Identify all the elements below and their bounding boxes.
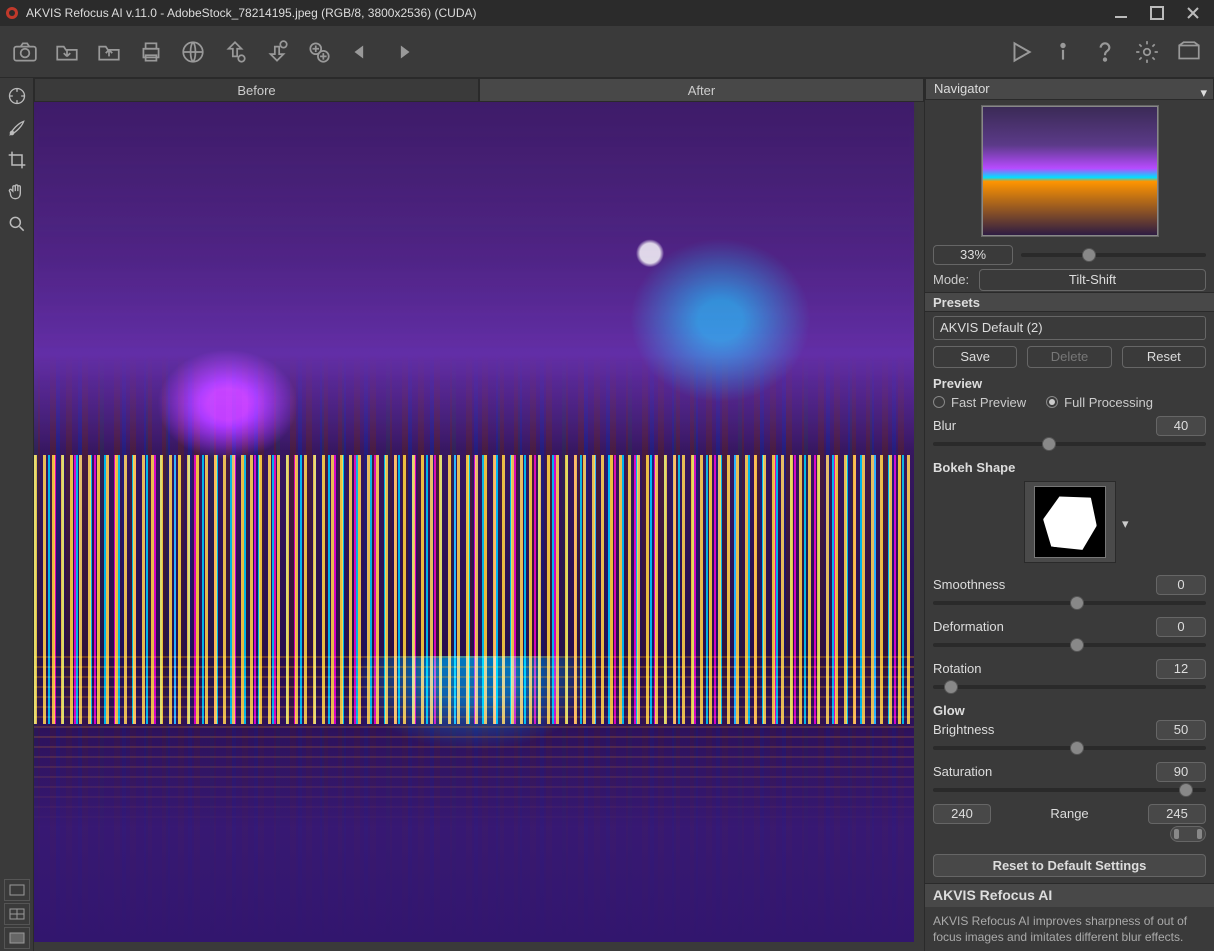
fast-preview-radio[interactable]: Fast Preview (933, 395, 1026, 410)
mode-label: Mode: (933, 272, 973, 287)
image-canvas[interactable] (34, 102, 924, 951)
panels-icon[interactable] (1172, 35, 1206, 69)
center-area: Before After (34, 78, 924, 951)
main-toolbar (0, 26, 1214, 78)
maximize-button[interactable] (1148, 4, 1166, 22)
close-button[interactable] (1184, 4, 1202, 22)
save-preset-button[interactable]: Save (933, 346, 1017, 368)
focus-area-tool-icon[interactable] (3, 82, 31, 110)
tab-after[interactable]: After (479, 78, 924, 102)
left-tool-strip (0, 78, 34, 877)
minimize-button[interactable] (1112, 4, 1130, 22)
hexagon-shape-icon (1039, 491, 1100, 552)
rotation-value[interactable]: 12 (1156, 659, 1206, 679)
navigator-thumbnail[interactable] (925, 100, 1214, 243)
app-logo-icon (4, 5, 20, 21)
zoom-value[interactable]: 33% (933, 245, 1013, 265)
rotation-slider[interactable] (933, 685, 1206, 689)
batch-process-icon[interactable] (302, 35, 336, 69)
brush-tool-icon[interactable] (3, 114, 31, 142)
smoothness-value[interactable]: 0 (1156, 575, 1206, 595)
view-single-icon[interactable] (4, 879, 30, 901)
blur-slider[interactable] (933, 442, 1206, 446)
range-label: Range (999, 806, 1140, 821)
left-bottom-buttons (0, 877, 34, 951)
bokeh-shape-label: Bokeh Shape (925, 456, 1214, 475)
smoothness-slider[interactable] (933, 601, 1206, 605)
brightness-value[interactable]: 50 (1156, 720, 1206, 740)
title-bar: AKVIS Refocus AI v.11.0 - AdobeStock_782… (0, 0, 1214, 26)
window-title: AKVIS Refocus AI v.11.0 - AdobeStock_782… (26, 6, 1112, 20)
open-file-icon[interactable] (50, 35, 84, 69)
info-icon[interactable] (1046, 35, 1080, 69)
print-icon[interactable] (134, 35, 168, 69)
chevron-down-icon[interactable]: ▾ (1200, 85, 1207, 101)
view-compare-icon[interactable] (4, 927, 30, 949)
range-high-value[interactable]: 245 (1148, 804, 1206, 824)
presets-header: Presets (925, 292, 1214, 312)
info-title: AKVIS Refocus AI (925, 883, 1214, 906)
undo-icon[interactable] (344, 35, 378, 69)
reset-preset-button[interactable]: Reset (1122, 346, 1206, 368)
navigator-label: Navigator (934, 81, 990, 96)
range-low-value[interactable]: 240 (933, 804, 991, 824)
save-file-icon[interactable] (92, 35, 126, 69)
saturation-slider[interactable] (933, 788, 1206, 792)
blur-slider-row: Blur40 (925, 414, 1214, 456)
preview-image (34, 102, 914, 942)
glow-group-label: Glow (925, 699, 1214, 718)
zoom-slider[interactable] (1021, 253, 1206, 257)
tab-before[interactable]: Before (34, 78, 479, 102)
preview-group-label: Preview (925, 372, 1214, 391)
run-process-icon[interactable] (1004, 35, 1038, 69)
export-preset-icon[interactable] (260, 35, 294, 69)
camera-icon[interactable] (8, 35, 42, 69)
deformation-slider[interactable] (933, 643, 1206, 647)
delete-preset-button: Delete (1027, 346, 1111, 368)
range-handle[interactable] (1170, 826, 1206, 842)
right-panel: Navigator ▾ 33% Mode: Tilt-Shift Presets… (924, 78, 1214, 951)
chevron-down-icon[interactable]: ▾ (1122, 516, 1129, 532)
mode-select[interactable]: Tilt-Shift (979, 269, 1206, 291)
hand-tool-icon[interactable] (3, 178, 31, 206)
publish-web-icon[interactable] (176, 35, 210, 69)
crop-tool-icon[interactable] (3, 146, 31, 174)
view-split-icon[interactable] (4, 903, 30, 925)
deformation-value[interactable]: 0 (1156, 617, 1206, 637)
import-preset-icon[interactable] (218, 35, 252, 69)
navigator-header[interactable]: Navigator ▾ (925, 78, 1214, 100)
zoom-tool-icon[interactable] (3, 210, 31, 238)
brightness-slider[interactable] (933, 746, 1206, 750)
settings-icon[interactable] (1130, 35, 1164, 69)
bokeh-shape-picker[interactable]: ▾ (1024, 481, 1116, 563)
blur-value[interactable]: 40 (1156, 416, 1206, 436)
preset-dropdown[interactable]: AKVIS Default (2) (933, 316, 1206, 340)
reset-defaults-button[interactable]: Reset to Default Settings (933, 854, 1206, 877)
help-icon[interactable] (1088, 35, 1122, 69)
full-processing-radio[interactable]: Full Processing (1046, 395, 1153, 410)
redo-icon[interactable] (386, 35, 420, 69)
saturation-value[interactable]: 90 (1156, 762, 1206, 782)
info-body: AKVIS Refocus AI improves sharpness of o… (925, 907, 1214, 951)
